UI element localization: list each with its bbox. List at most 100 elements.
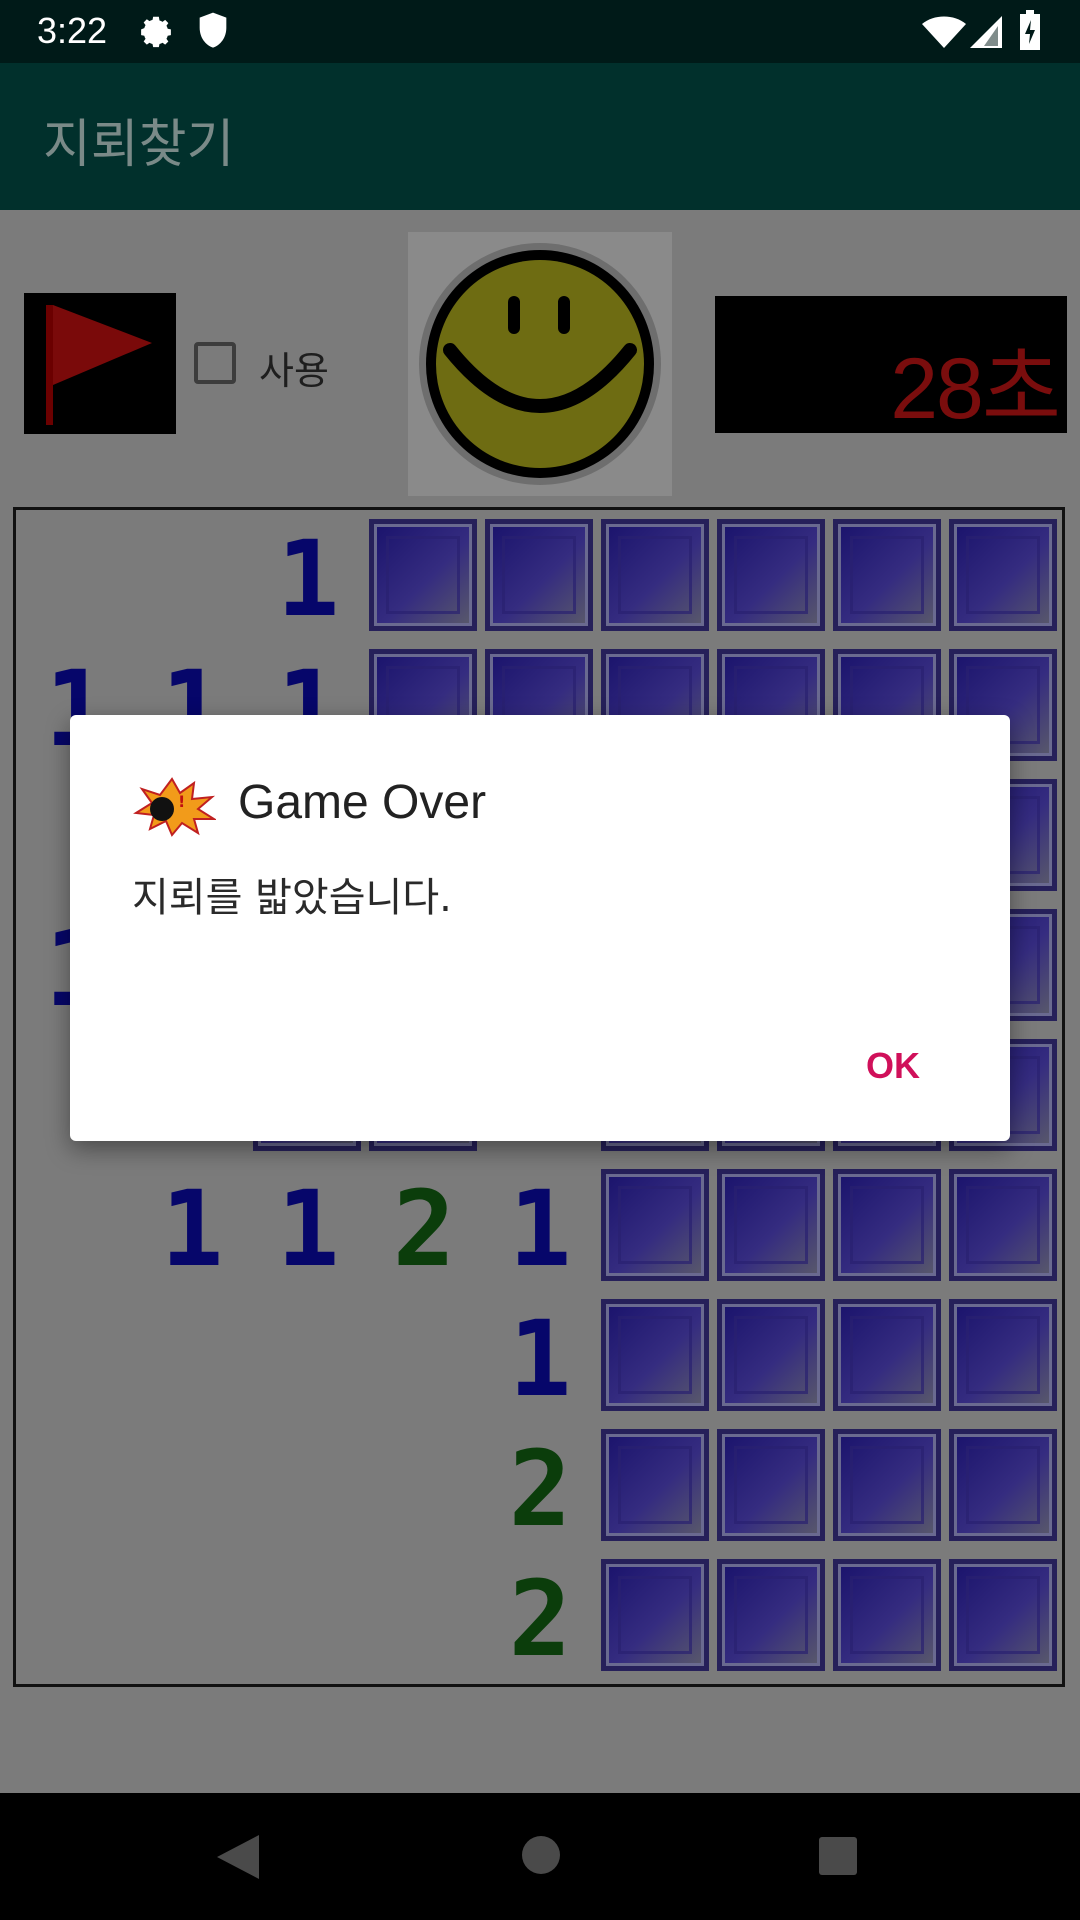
app-title: 지뢰찾기 (43, 115, 235, 175)
open-cell[interactable] (250, 1424, 366, 1554)
closed-cell[interactable] (482, 514, 598, 644)
cell-tile (833, 1559, 941, 1671)
cell-tile (717, 1429, 825, 1541)
open-cell[interactable] (366, 1554, 482, 1684)
open-cell[interactable]: 2 (482, 1424, 598, 1554)
smiley-icon (419, 243, 661, 485)
open-cell[interactable] (366, 1294, 482, 1424)
cell-tile (601, 1299, 709, 1411)
cell-number: 2 (508, 1428, 572, 1550)
cell-number: 1 (508, 1168, 572, 1290)
cell-tile (601, 519, 709, 631)
closed-cell[interactable] (946, 1554, 1062, 1684)
closed-cell[interactable] (366, 514, 482, 644)
closed-cell[interactable] (830, 514, 946, 644)
closed-cell[interactable] (598, 1424, 714, 1554)
cell-tile (949, 519, 1057, 631)
cell-tile (833, 1169, 941, 1281)
flag-icon (46, 305, 152, 425)
cell-tile (601, 1429, 709, 1541)
use-flag-label: 사용 (259, 349, 329, 393)
cell-tile (833, 519, 941, 631)
use-flag-checkbox[interactable] (194, 342, 236, 384)
open-cell[interactable] (18, 1294, 134, 1424)
timer-display: 28초 (715, 296, 1067, 437)
signal-icon (970, 16, 1002, 48)
open-cell[interactable] (18, 514, 134, 644)
explosion-icon: ! (133, 777, 216, 837)
open-cell[interactable]: 1 (134, 1164, 250, 1294)
cell-number: 1 (508, 1298, 572, 1420)
open-cell[interactable] (250, 1294, 366, 1424)
open-cell[interactable] (366, 1424, 482, 1554)
closed-cell[interactable] (714, 1164, 830, 1294)
wifi-icon (922, 16, 966, 48)
closed-cell[interactable] (946, 1164, 1062, 1294)
cell-number: 1 (276, 518, 340, 640)
game-over-dialog: ! Game Over 지뢰를 밟았습니다. OK (70, 715, 1010, 1141)
back-icon[interactable] (215, 1833, 261, 1881)
cell-tile (601, 1169, 709, 1281)
ok-button[interactable]: OK (866, 1045, 920, 1087)
cell-tile (949, 1559, 1057, 1671)
open-cell[interactable]: 1 (482, 1294, 598, 1424)
status-time: 3:22 (37, 10, 108, 51)
open-cell[interactable] (18, 1164, 134, 1294)
svg-text:!: ! (178, 792, 185, 811)
reset-smiley-button[interactable] (408, 232, 672, 496)
cell-number: 1 (276, 1168, 340, 1290)
open-cell[interactable]: 1 (482, 1164, 598, 1294)
cell-number: 2 (392, 1168, 456, 1290)
cell-tile (369, 519, 477, 631)
open-cell[interactable]: 2 (366, 1164, 482, 1294)
closed-cell[interactable] (714, 1424, 830, 1554)
closed-cell[interactable] (598, 1554, 714, 1684)
closed-cell[interactable] (830, 1554, 946, 1684)
closed-cell[interactable] (830, 1164, 946, 1294)
cell-tile (833, 1429, 941, 1541)
open-cell[interactable] (134, 1554, 250, 1684)
closed-cell[interactable] (598, 514, 714, 644)
gear-icon (141, 16, 171, 48)
cell-tile (717, 1559, 825, 1671)
cell-number: 1 (160, 1168, 224, 1290)
cell-tile (833, 1299, 941, 1411)
closed-cell[interactable] (598, 1294, 714, 1424)
cell-tile (717, 519, 825, 631)
flag-mode-button[interactable] (24, 293, 176, 434)
timer-text: 28초 (890, 341, 1061, 437)
closed-cell[interactable] (946, 514, 1062, 644)
open-cell[interactable] (250, 1554, 366, 1684)
cell-tile (717, 1169, 825, 1281)
cell-tile (717, 1299, 825, 1411)
open-cell[interactable]: 1 (250, 514, 366, 644)
recents-icon[interactable] (818, 1836, 858, 1876)
open-cell[interactable] (18, 1424, 134, 1554)
closed-cell[interactable] (830, 1424, 946, 1554)
dialog-message: 지뢰를 밟았습니다. (132, 875, 452, 921)
open-cell[interactable] (134, 1424, 250, 1554)
cell-tile (949, 1299, 1057, 1411)
closed-cell[interactable] (598, 1164, 714, 1294)
closed-cell[interactable] (714, 514, 830, 644)
cell-tile (485, 519, 593, 631)
closed-cell[interactable] (714, 1294, 830, 1424)
system-nav-bar (0, 1793, 1080, 1920)
open-cell[interactable]: 2 (482, 1554, 598, 1684)
open-cell[interactable] (134, 514, 250, 644)
status-bar: 3:22 (0, 0, 1080, 63)
open-cell[interactable]: 1 (250, 1164, 366, 1294)
closed-cell[interactable] (946, 1424, 1062, 1554)
shield-icon (199, 12, 227, 48)
open-cell[interactable] (18, 1554, 134, 1684)
closed-cell[interactable] (830, 1294, 946, 1424)
home-icon[interactable] (520, 1834, 562, 1876)
battery-icon (1020, 10, 1040, 50)
cell-tile (601, 1559, 709, 1671)
closed-cell[interactable] (946, 1294, 1062, 1424)
cell-number: 2 (508, 1558, 572, 1680)
cell-tile (949, 1169, 1057, 1281)
closed-cell[interactable] (714, 1554, 830, 1684)
dialog-title: Game Over (238, 776, 487, 829)
open-cell[interactable] (134, 1294, 250, 1424)
